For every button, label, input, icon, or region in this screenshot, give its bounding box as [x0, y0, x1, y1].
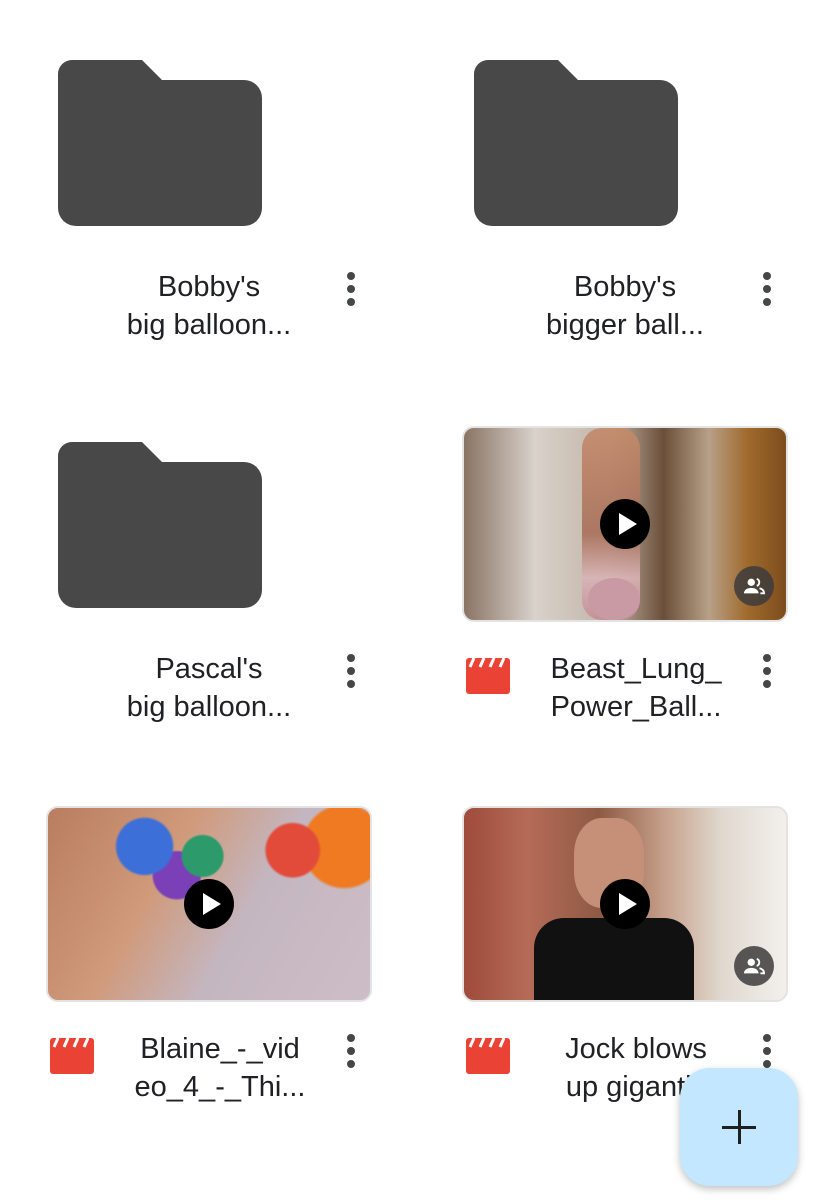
video-thumbnail[interactable] — [46, 806, 372, 1002]
item-title: Bobby's bigger ball... — [546, 271, 704, 341]
people-icon — [734, 946, 774, 986]
file-tile-folder[interactable]: Bobby's bigger ball... — [416, 46, 832, 426]
more-options-button[interactable] — [336, 266, 366, 312]
folder-icon — [58, 442, 262, 608]
file-tile-video[interactable]: Blaine_-_vid eo_4_-_Thi... — [0, 806, 416, 1188]
clapperboard-icon — [50, 1038, 94, 1074]
folder-icon — [474, 60, 678, 226]
more-options-button[interactable] — [336, 1028, 366, 1074]
item-title: Beast_Lung_ Power_Ball... — [550, 653, 722, 723]
video-thumbnail[interactable] — [462, 426, 788, 622]
people-icon — [734, 566, 774, 606]
folder-icon — [58, 60, 262, 226]
clapperboard-icon — [466, 1038, 510, 1074]
people-icon — [263, 185, 288, 205]
file-tile-folder[interactable]: Bobby's big balloon... — [0, 46, 416, 426]
item-title: Blaine_-_vid eo_4_-_Thi... — [134, 1033, 306, 1103]
item-title: Pascal's big balloon... — [126, 653, 292, 723]
more-options-button[interactable] — [336, 648, 366, 694]
item-title: Bobby's big balloon... — [126, 271, 292, 341]
play-icon — [600, 499, 650, 549]
video-thumbnail[interactable] — [462, 806, 788, 1002]
clapperboard-icon — [466, 658, 510, 694]
file-tile-folder[interactable]: Pascal's big balloon... — [0, 428, 416, 808]
more-options-button[interactable] — [752, 648, 782, 694]
play-icon — [600, 879, 650, 929]
more-options-button[interactable] — [752, 266, 782, 312]
new-item-button[interactable] — [680, 1068, 798, 1186]
file-tile-video[interactable]: Beast_Lung_ Power_Ball... — [416, 426, 832, 808]
play-icon — [184, 879, 234, 929]
